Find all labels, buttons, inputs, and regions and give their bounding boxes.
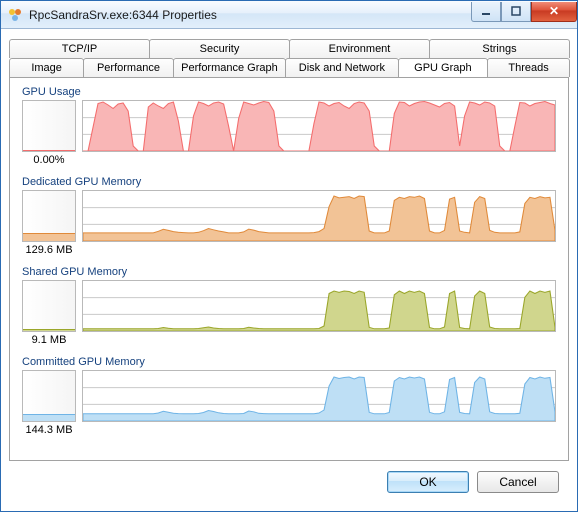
graph-shared	[82, 280, 556, 332]
graph-dedicated	[82, 190, 556, 242]
window-title: RpcSandraSrv.exe:6344 Properties	[29, 8, 471, 22]
tab-row-2: Image Performance Performance Graph Disk…	[9, 58, 569, 77]
section-title-dedicated: Dedicated GPU Memory	[22, 176, 556, 188]
tab-security[interactable]: Security	[149, 39, 290, 58]
section-title-shared: Shared GPU Memory	[22, 266, 556, 278]
mini-dedicated: 129.6 MB	[22, 190, 76, 256]
app-icon	[7, 7, 23, 23]
tab-performance[interactable]: Performance	[83, 58, 174, 77]
tab-threads[interactable]: Threads	[487, 58, 570, 77]
tabstrip: TCP/IP Security Environment Strings Imag…	[9, 39, 569, 77]
mini-box-dedicated	[22, 190, 76, 242]
mini-shared: 9.1 MB	[22, 280, 76, 346]
mini-box-committed	[22, 370, 76, 422]
mini-gpu-usage: 0.00%	[22, 100, 76, 166]
section-dedicated: Dedicated GPU Memory 129.6 MB	[22, 176, 556, 256]
section-title-committed: Committed GPU Memory	[22, 356, 556, 368]
graph-gpu-usage	[82, 100, 556, 152]
mini-box-shared	[22, 280, 76, 332]
minimize-button[interactable]	[471, 2, 501, 22]
client-area: TCP/IP Security Environment Strings Imag…	[1, 29, 577, 511]
titlebar[interactable]: RpcSandraSrv.exe:6344 Properties ✕	[1, 1, 577, 29]
mini-label-committed: 144.3 MB	[25, 424, 72, 436]
section-committed: Committed GPU Memory 144.3 MB	[22, 356, 556, 436]
mini-fill-shared	[23, 329, 75, 332]
tab-disk-network[interactable]: Disk and Network	[285, 58, 398, 77]
section-shared: Shared GPU Memory 9.1 MB	[22, 266, 556, 346]
tab-tcpip[interactable]: TCP/IP	[9, 39, 150, 58]
mini-fill-gpu-usage	[23, 150, 75, 151]
mini-label-dedicated: 129.6 MB	[25, 244, 72, 256]
mini-fill-committed	[23, 414, 75, 421]
dialog-footer: OK Cancel	[9, 461, 569, 503]
gpu-graph-pane: GPU Usage 0.00% Dedicated GPU Memory	[9, 77, 569, 461]
tab-environment[interactable]: Environment	[289, 39, 430, 58]
window-button-group: ✕	[471, 2, 577, 22]
cancel-button[interactable]: Cancel	[477, 471, 559, 493]
mini-label-gpu-usage: 0.00%	[33, 154, 64, 166]
tab-performance-graph[interactable]: Performance Graph	[173, 58, 286, 77]
properties-window: RpcSandraSrv.exe:6344 Properties ✕ TCP/I…	[0, 0, 578, 512]
close-button[interactable]: ✕	[531, 2, 577, 22]
mini-box-gpu-usage	[22, 100, 76, 152]
tab-image[interactable]: Image	[9, 58, 84, 77]
tab-gpu-graph[interactable]: GPU Graph	[398, 58, 489, 77]
mini-fill-dedicated	[23, 233, 75, 241]
section-gpu-usage: GPU Usage 0.00%	[22, 86, 556, 166]
tab-row-1: TCP/IP Security Environment Strings	[9, 39, 569, 58]
section-title-gpu-usage: GPU Usage	[22, 86, 556, 98]
tab-strings[interactable]: Strings	[429, 39, 570, 58]
maximize-button[interactable]	[501, 2, 531, 22]
mini-committed: 144.3 MB	[22, 370, 76, 436]
ok-button[interactable]: OK	[387, 471, 469, 493]
mini-label-shared: 9.1 MB	[32, 334, 67, 346]
graph-committed	[82, 370, 556, 422]
